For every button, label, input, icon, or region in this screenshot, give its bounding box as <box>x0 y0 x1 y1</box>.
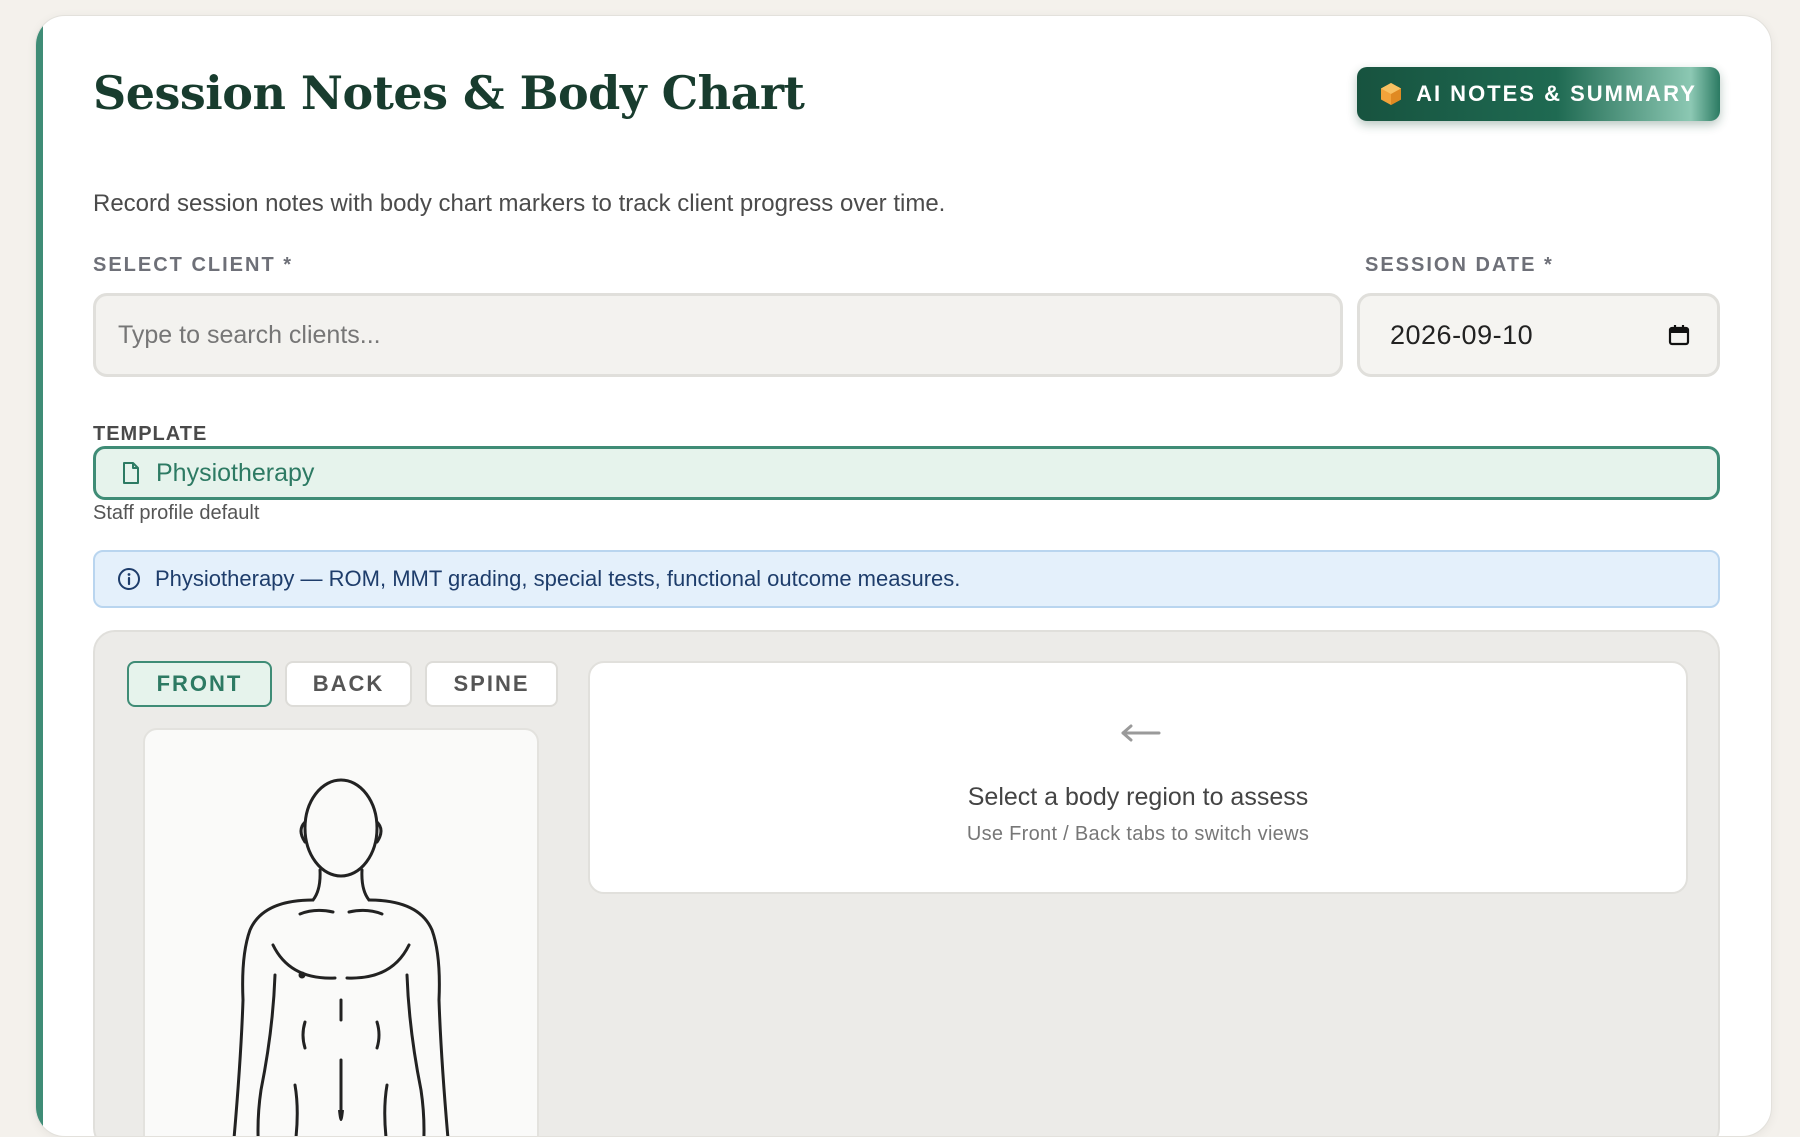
arrow-left-icon <box>1121 724 1161 742</box>
empty-state-title: Select a body region to assess <box>967 783 1309 811</box>
session-date-field[interactable]: 2026-09-10 <box>1357 293 1720 377</box>
body-figure-front[interactable] <box>143 728 539 1137</box>
session-date-label: SESSION DATE * <box>1365 254 1554 276</box>
card-accent-bar <box>36 16 43 1136</box>
info-banner-text: Physiotherapy — ROM, MMT grading, specia… <box>155 566 961 591</box>
empty-state-hint: Use Front / Back tabs to switch views <box>966 823 1310 845</box>
info-icon <box>118 568 140 590</box>
tab-front[interactable]: FRONT <box>127 661 272 707</box>
template-label: TEMPLATE <box>93 423 208 445</box>
session-date-value: 2026-09-10 <box>1390 319 1534 350</box>
client-label: SELECT CLIENT * <box>93 254 294 276</box>
template-hint: Staff profile default <box>93 502 260 524</box>
assessment-empty-state: Select a body region to assess Use Front… <box>588 661 1688 894</box>
page-subtitle: Record session notes with body chart mar… <box>93 190 946 217</box>
document-icon <box>123 462 139 484</box>
page-title: Session Notes & Body Chart <box>93 66 805 120</box>
ai-button-label: AI NOTES & SUMMARY <box>1416 81 1697 106</box>
ai-notes-summary-button[interactable]: AI NOTES & SUMMARY <box>1357 67 1720 121</box>
template-info-banner: Physiotherapy — ROM, MMT grading, specia… <box>93 550 1720 608</box>
hexagon-icon <box>1381 83 1402 105</box>
body-chart-panel: FRONT BACK SPINE Select a body region to… <box>93 630 1720 1137</box>
template-value: Physiotherapy <box>156 458 315 487</box>
session-notes-card: Session Notes & Body Chart AI NOTES & SU… <box>35 15 1772 1137</box>
client-search-input[interactable] <box>93 293 1343 377</box>
body-outline-illustration[interactable] <box>145 730 539 1137</box>
calendar-icon[interactable] <box>1667 323 1691 347</box>
template-select[interactable]: Physiotherapy <box>93 446 1720 500</box>
tab-back[interactable]: BACK <box>285 661 412 707</box>
tab-spine[interactable]: SPINE <box>425 661 558 707</box>
